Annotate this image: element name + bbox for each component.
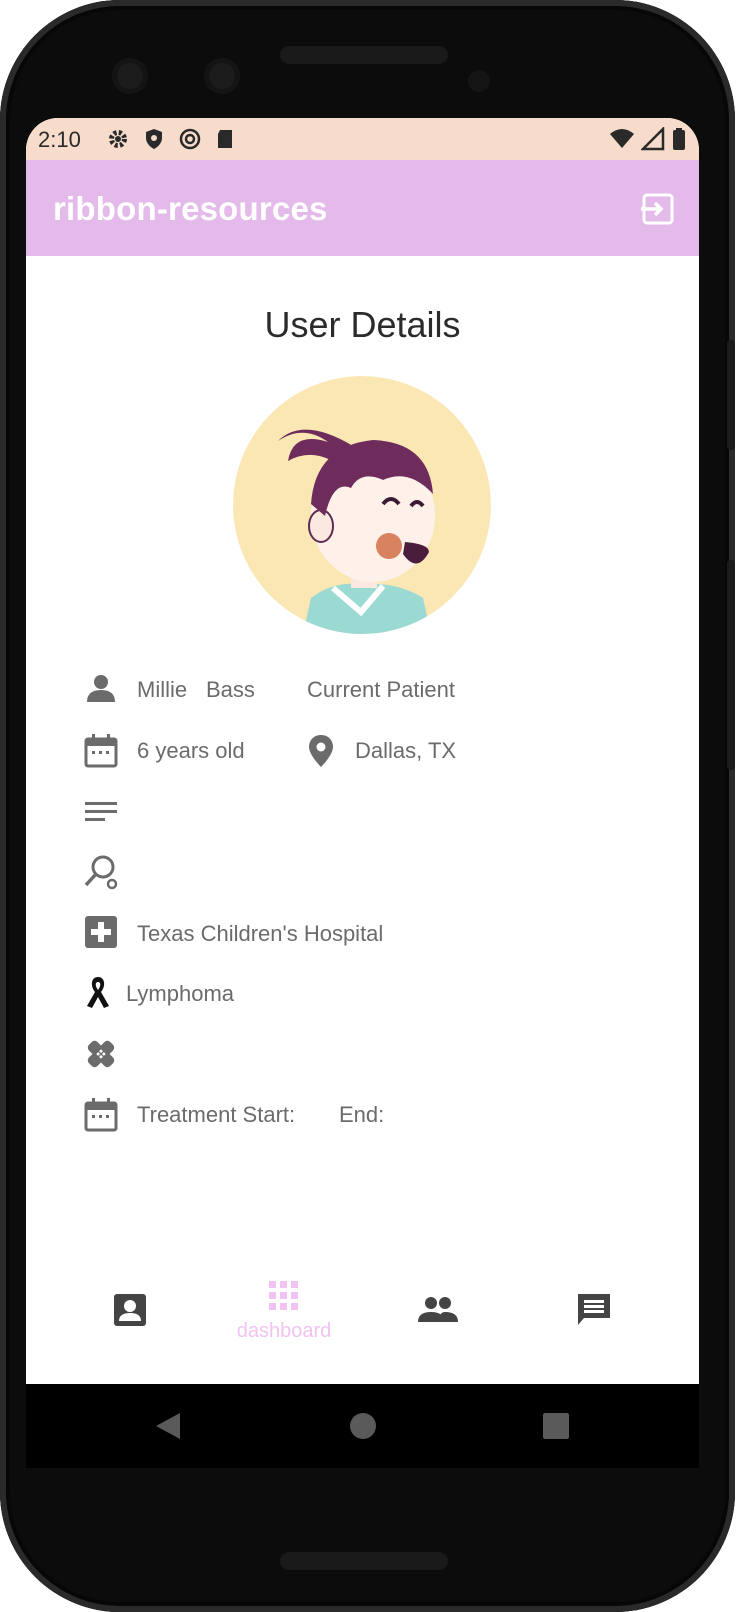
message-icon	[578, 1294, 610, 1325]
calendar-icon	[84, 734, 118, 768]
nav-dashboard-label: dashboard	[236, 1320, 332, 1342]
cell-signal-icon	[641, 127, 665, 151]
volume-button	[727, 560, 735, 770]
age-location-row: 6 years old Dallas, TX	[83, 731, 683, 771]
treatment-dates-row: Treatment Start: End:	[83, 1095, 683, 1135]
recents-icon[interactable]	[542, 1412, 570, 1440]
treatment-row	[83, 1036, 683, 1076]
interests-row	[83, 854, 683, 894]
system-navigation-bar	[26, 1384, 699, 1468]
sync-icon	[179, 128, 201, 150]
location-pin-icon	[309, 735, 333, 767]
bottom-navigation: dashboard	[26, 1258, 699, 1384]
patient-status: Current Patient	[307, 677, 455, 702]
proximity-sensor	[468, 70, 490, 92]
phone-frame: 2:10 ribbon-resources User Details Milli…	[0, 0, 735, 1612]
avatar	[233, 376, 491, 634]
hospital-name: Texas Children's Hospital	[137, 921, 384, 946]
notes-icon	[85, 802, 117, 821]
last-name: Bass	[206, 677, 255, 702]
age: 6 years old	[137, 738, 245, 763]
sd-card-icon	[218, 130, 232, 148]
racket-icon	[84, 855, 118, 890]
name-row: Millie Bass Current Patient	[83, 670, 683, 710]
logout-icon[interactable]	[641, 192, 675, 226]
app-title: ribbon-resources	[53, 190, 328, 227]
screen: 2:10 ribbon-resources User Details Milli…	[26, 118, 699, 1468]
dashboard-icon	[269, 1281, 298, 1310]
treatment-end-label: End:	[339, 1102, 385, 1127]
notes-row	[83, 794, 683, 834]
power-button	[727, 340, 735, 450]
home-icon[interactable]	[349, 1412, 377, 1440]
status-bar: 2:10	[26, 118, 699, 160]
shield-icon	[146, 129, 162, 149]
app-bar: ribbon-resources	[26, 160, 699, 256]
first-name: Millie	[137, 677, 188, 702]
front-sensor	[204, 58, 240, 94]
wifi-icon	[610, 129, 634, 148]
back-icon[interactable]	[154, 1411, 182, 1441]
account-box-icon	[114, 1294, 146, 1326]
bandage-icon	[87, 1040, 115, 1068]
bottom-speaker	[280, 1552, 448, 1570]
page-title: User Details	[264, 304, 461, 345]
hospital-icon	[85, 916, 117, 948]
nav-community[interactable]	[398, 1286, 478, 1356]
earpiece-speaker	[280, 46, 448, 64]
diagnosis-row: Lymphoma	[83, 974, 683, 1014]
nav-messages[interactable]	[554, 1286, 634, 1356]
treatment-calendar-icon	[84, 1098, 118, 1132]
diagnosis: Lymphoma	[126, 981, 235, 1006]
people-icon	[418, 1297, 458, 1322]
ribbon-icon	[87, 977, 109, 1008]
settings-icon	[109, 130, 127, 148]
status-time: 2:10	[38, 127, 81, 152]
treatment-start-label: Treatment Start:	[137, 1102, 296, 1127]
battery-icon	[673, 128, 685, 150]
nav-profile[interactable]	[90, 1286, 170, 1356]
nav-dashboard[interactable]: dashboard	[237, 1281, 331, 1356]
person-icon	[87, 675, 115, 702]
hospital-row: Texas Children's Hospital	[83, 914, 683, 954]
location: Dallas, TX	[355, 738, 457, 763]
front-camera	[112, 58, 148, 94]
